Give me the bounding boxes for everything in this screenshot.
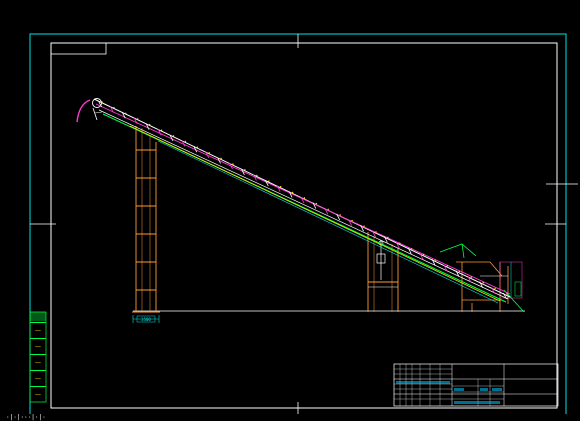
- idler-dot: [148, 123, 151, 126]
- idler-dot: [196, 146, 198, 148]
- left-label-item: —: [30, 370, 46, 386]
- idler-dot: [256, 174, 258, 177]
- idler-dot: [482, 282, 484, 284]
- idler-dot: [327, 208, 329, 210]
- idler-dot: [172, 135, 175, 137]
- idler-dot: [387, 236, 389, 239]
- idler-dot: [160, 129, 163, 131]
- idler-dot: [208, 152, 210, 154]
- idler-dot: [101, 101, 103, 103]
- idler-dot: [291, 191, 294, 194]
- idler-dot: [303, 197, 306, 199]
- idler-dot: [399, 242, 401, 244]
- left-label-item: —: [30, 386, 46, 402]
- idler-dot: [446, 265, 449, 267]
- idler-dot: [339, 214, 341, 216]
- support-width-label: 3500: [141, 317, 151, 322]
- conveyor-drawing[interactable]: 3500: [0, 0, 580, 421]
- idler-dot: [506, 293, 508, 295]
- idler-dot: [494, 287, 496, 290]
- title-block: [393, 363, 559, 407]
- idler-dot: [422, 253, 425, 256]
- idler-dot: [458, 270, 461, 273]
- idler-dot: [315, 202, 318, 205]
- idler-dot: [280, 186, 282, 188]
- status-bar: ·|·|···|·|·: [0, 414, 580, 421]
- idler-dot: [125, 112, 127, 115]
- idler-dot: [470, 276, 472, 278]
- idler-dot: [113, 106, 115, 109]
- idler-dot: [411, 248, 413, 250]
- centering-marks: [30, 34, 578, 415]
- head-pulley: [76, 98, 103, 123]
- support-width-dimension: 3500: [132, 315, 160, 323]
- idler-dot: [434, 259, 437, 261]
- idler-dot: [351, 219, 353, 222]
- tall-support-tower: [132, 126, 160, 313]
- drawing-border: [50, 42, 558, 409]
- idler-dot: [184, 140, 187, 143]
- left-label-item: —: [30, 322, 46, 338]
- idler-dot: [363, 225, 365, 227]
- reversed-title-box: [50, 42, 107, 55]
- idler-dot: [220, 157, 222, 160]
- status-bar-text: ·|·|···|·|·: [6, 414, 46, 421]
- left-label-item: —: [30, 338, 46, 354]
- idler-dot: [137, 118, 139, 120]
- sheet-frame: [29, 33, 567, 416]
- left-label-item: —: [30, 354, 46, 370]
- idler-dot: [244, 169, 246, 171]
- tail-structure: [439, 243, 525, 313]
- idler-dot: [232, 163, 234, 165]
- left-label-list: — — — — —: [30, 322, 46, 402]
- cad-drawing-viewport[interactable]: 3500 — — — — — ·|·|···|·|·: [0, 0, 580, 421]
- idler-dot: [375, 231, 377, 233]
- idler-dot: [268, 180, 270, 182]
